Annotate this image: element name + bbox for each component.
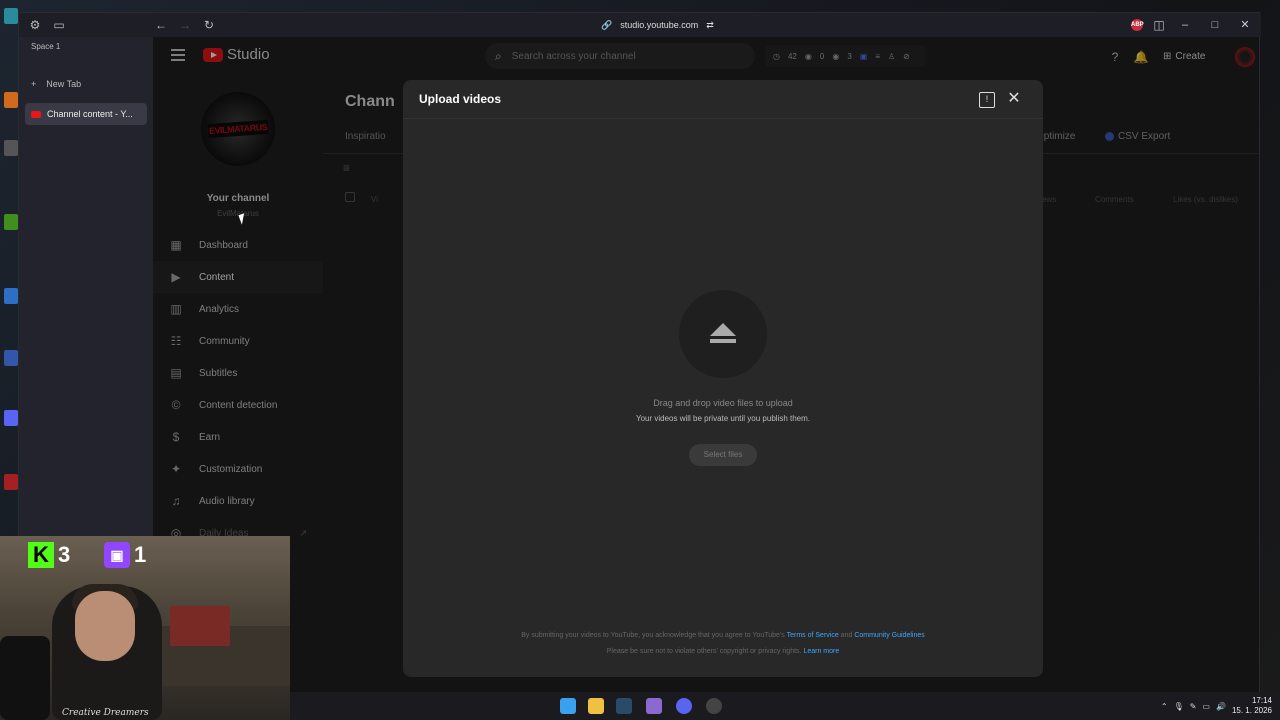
desktop-app-icon[interactable] xyxy=(4,288,18,304)
twitch-count: 1 xyxy=(134,542,147,567)
legal-notice: By submitting your videos to YouTube, yo… xyxy=(403,628,1043,660)
steam-icon[interactable] xyxy=(616,698,632,714)
kick-count: 3 xyxy=(58,542,71,567)
forward-icon[interactable]: → xyxy=(177,17,193,33)
upload-arrow-icon xyxy=(710,323,736,345)
space-label: Space 1 xyxy=(31,42,61,51)
clock[interactable]: 17:14 15. 1. 2026 xyxy=(1232,696,1272,716)
browser-titlebar: ⚙ ▭ ← → ↻ 🔗 studio.youtube.com ⇄ ABP ◫ –… xyxy=(19,13,1261,37)
gaming-chair xyxy=(0,636,50,720)
browser-tab-active[interactable]: Channel content - Y... xyxy=(25,103,147,125)
feedback-icon[interactable]: ! xyxy=(979,92,995,108)
url-bar[interactable]: 🔗 studio.youtube.com ⇄ xyxy=(601,17,714,33)
system-tray: ⌃ 🎙 ✎ ▭ 🔊 17:14 15. 1. 2026 xyxy=(1161,692,1272,720)
link-icon: 🔗 xyxy=(601,19,613,30)
time: 17:14 xyxy=(1251,696,1272,705)
twitch-viewers-badge: ▣ 1 xyxy=(104,540,146,570)
sidebar-toggle-icon[interactable]: ▭ xyxy=(51,17,67,33)
drag-drop-text: Drag and drop video files to upload xyxy=(653,398,793,408)
youtube-studio: Studio ⌕ Search across your channel ◷ 42… xyxy=(153,37,1259,693)
new-tab-button[interactable]: + New Tab xyxy=(31,79,81,89)
terms-of-service-link[interactable]: Terms of Service xyxy=(787,632,839,639)
obs-taskbar-icon[interactable] xyxy=(706,698,722,714)
twitch-icon: ▣ xyxy=(104,542,130,568)
legal-line-1: By submitting your videos to YouTube, yo… xyxy=(403,628,1043,644)
select-files-button[interactable]: Select files xyxy=(689,444,757,466)
pen-icon[interactable]: ✎ xyxy=(1190,702,1197,711)
split-view-icon[interactable]: ◫ xyxy=(1151,17,1167,33)
shirt-text: Creative Dreamers xyxy=(62,708,149,718)
kick-viewers-badge: K 3 xyxy=(28,540,70,570)
desktop-app-icon[interactable] xyxy=(4,474,18,490)
back-icon[interactable]: ← xyxy=(153,17,169,33)
learn-more-link[interactable]: Learn more xyxy=(803,648,839,655)
kick-icon: K xyxy=(28,542,54,568)
upload-drop-zone[interactable] xyxy=(679,290,767,378)
legal-text-2: Please be sure not to violate others' co… xyxy=(606,648,802,655)
network-icon[interactable]: ▭ xyxy=(1202,702,1210,711)
upload-videos-dialog: Upload videos ! ✕ Drag and drop video fi… xyxy=(403,80,1043,677)
webcam-overlay: Creative Dreamers K 3 ▣ 1 xyxy=(0,536,290,720)
adblock-extension-icon[interactable]: ABP xyxy=(1131,19,1144,31)
site-settings-icon[interactable]: ⇄ xyxy=(706,20,714,31)
reload-icon[interactable]: ↻ xyxy=(201,17,217,33)
dialog-divider xyxy=(403,118,1043,119)
close-icon[interactable]: ✕ xyxy=(1005,90,1023,108)
vlc-icon[interactable] xyxy=(4,92,18,108)
youtube-favicon-icon xyxy=(31,110,41,118)
date: 15. 1. 2026 xyxy=(1231,706,1272,715)
plus-icon: + xyxy=(31,79,37,89)
file-explorer-icon[interactable] xyxy=(588,698,604,714)
url-text: studio.youtube.com xyxy=(620,20,699,30)
community-guidelines-link[interactable]: Community Guidelines xyxy=(854,632,924,639)
legal-line-2: Please be sure not to violate others' co… xyxy=(403,644,1043,660)
browser-settings-icon[interactable]: ⚙ xyxy=(27,17,43,33)
volume-icon[interactable]: 🔊 xyxy=(1216,702,1226,711)
close-window-button[interactable]: ✕ xyxy=(1237,17,1253,33)
legal-text-1: By submitting your videos to YouTube, yo… xyxy=(521,632,785,639)
background-object xyxy=(170,606,230,646)
minimize-button[interactable]: – xyxy=(1177,17,1193,33)
browser-taskbar-icon[interactable] xyxy=(646,698,662,714)
maximize-button[interactable]: □ xyxy=(1207,17,1223,33)
streamer-face xyxy=(75,591,135,661)
and-text: and xyxy=(840,632,853,639)
microphone-icon[interactable]: 🎙 xyxy=(1174,702,1184,711)
chevron-up-icon[interactable]: ⌃ xyxy=(1161,702,1168,711)
dialog-title: Upload videos xyxy=(419,92,502,106)
privacy-note: Your videos will be private until you pu… xyxy=(635,414,811,423)
desktop-app-icon[interactable] xyxy=(4,350,18,366)
desktop-app-icon[interactable] xyxy=(4,8,18,24)
windows-start-icon[interactable] xyxy=(560,698,576,714)
new-tab-label: New Tab xyxy=(46,79,82,89)
discord-icon[interactable] xyxy=(4,410,18,426)
tab-title: Channel content - Y... xyxy=(47,109,133,119)
desktop-app-icon[interactable] xyxy=(4,140,18,156)
discord-taskbar-icon[interactable] xyxy=(676,698,692,714)
windows-taskbar: ⌃ 🎙 ✎ ▭ 🔊 17:14 15. 1. 2026 xyxy=(290,692,1280,720)
nvidia-icon[interactable] xyxy=(4,214,18,230)
